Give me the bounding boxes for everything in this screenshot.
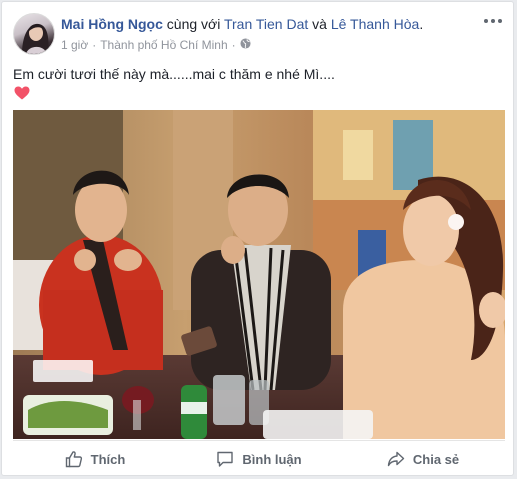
post-time[interactable]: 1 giờ: [61, 38, 88, 52]
avatar-photo: [22, 23, 49, 54]
share-icon: [387, 451, 405, 467]
post-photo[interactable]: [13, 110, 505, 439]
more-options-icon[interactable]: [483, 14, 503, 28]
like-label: Thích: [90, 451, 126, 467]
author-name[interactable]: Mai Hồng Ngọc: [61, 16, 163, 32]
and-text: và: [308, 16, 331, 32]
post-card: Mai Hồng Ngọc cùng với Tran Tien Dat và …: [1, 1, 514, 476]
with-text: cùng với: [162, 16, 224, 32]
period: .: [419, 16, 424, 32]
meta-separator-2: ·: [231, 38, 236, 52]
post-header: Mai Hồng Ngọc cùng với Tran Tien Dat và …: [61, 16, 423, 32]
post-location[interactable]: Thành phố Hồ Chí Minh: [100, 38, 227, 52]
thumbs-up-icon: [65, 451, 82, 468]
meta-separator: ·: [92, 38, 97, 52]
author-avatar[interactable]: [13, 13, 55, 55]
heart-icon: [14, 86, 30, 100]
post-actions-bar: Thích Bình luận Chia sẻ: [13, 440, 505, 477]
tagged-user-2[interactable]: Lê Thanh Hòa: [331, 16, 419, 32]
share-label: Chia sẻ: [412, 451, 460, 467]
photo-illustration: [13, 110, 505, 439]
tagged-user-1[interactable]: Tran Tien Dat: [224, 16, 308, 32]
share-button[interactable]: Chia sẻ: [341, 441, 505, 477]
like-button[interactable]: Thích: [13, 441, 177, 477]
globe-icon[interactable]: [240, 38, 251, 52]
comment-label: Bình luận: [242, 451, 302, 467]
comment-icon: [217, 451, 234, 467]
post-meta: 1 giờ · Thành phố Hồ Chí Minh ·: [61, 38, 251, 52]
post-text: Em cười tươi thế này mà......mai c thăm …: [13, 66, 335, 82]
comment-button[interactable]: Bình luận: [177, 441, 341, 477]
